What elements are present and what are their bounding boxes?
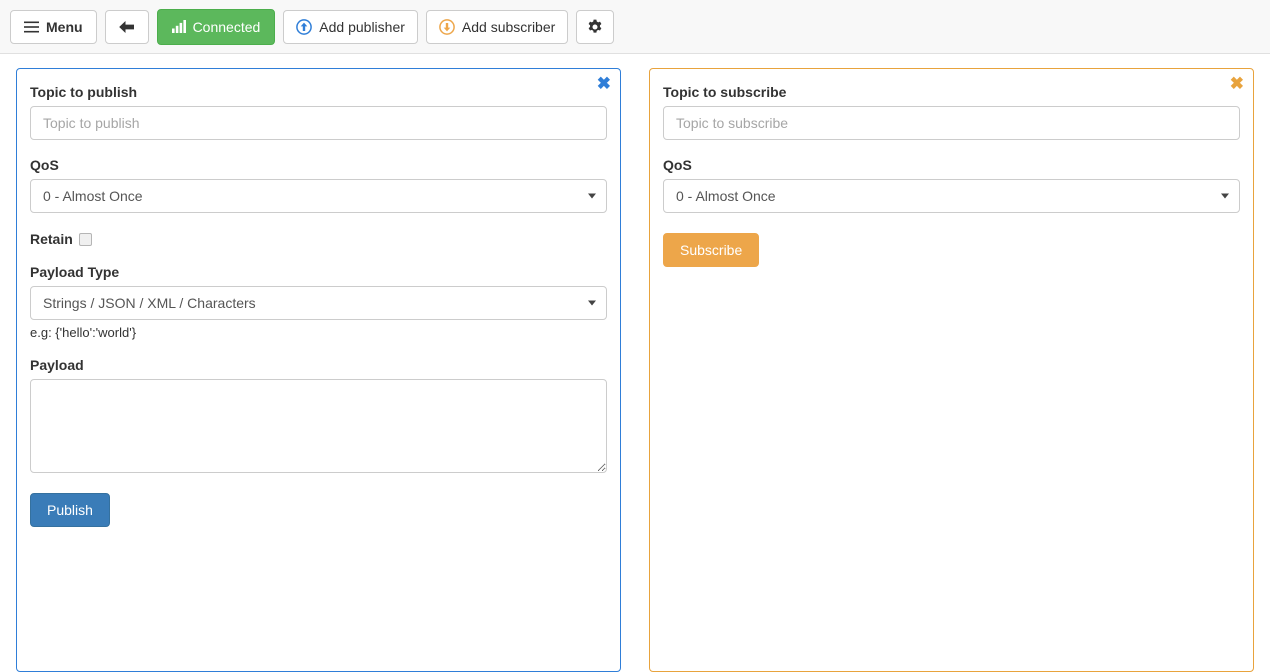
publish-topic-input[interactable]	[30, 106, 607, 140]
subscribe-panel: ✖ Topic to subscribe QoS 0 - Almost Once…	[649, 68, 1254, 672]
retain-checkbox[interactable]	[79, 233, 92, 246]
menu-button[interactable]: Menu	[10, 10, 97, 44]
arrow-circle-up-icon	[296, 19, 312, 35]
menu-button-label: Menu	[46, 20, 83, 34]
subscribe-qos-select[interactable]: 0 - Almost Once1 - Atleast Once2 - Exact…	[663, 179, 1240, 213]
payload-type-label: Payload Type	[30, 264, 607, 280]
subscribe-topic-input[interactable]	[663, 106, 1240, 140]
retain-label: Retain	[30, 231, 73, 247]
publish-topic-label: Topic to publish	[30, 84, 607, 100]
subscribe-topic-label: Topic to subscribe	[663, 84, 1240, 100]
add-publisher-label: Add publisher	[319, 20, 405, 34]
top-toolbar: Menu Connected Add publisher	[0, 0, 1270, 54]
connection-status-label: Connected	[193, 20, 261, 34]
publish-qos-select-wrap: 0 - Almost Once1 - Atleast Once2 - Exact…	[30, 179, 607, 213]
panels-container: ✖ Topic to publish QoS 0 - Almost Once1 …	[0, 54, 1270, 672]
add-subscriber-button[interactable]: Add subscriber	[426, 10, 568, 44]
payload-type-select[interactable]: Strings / JSON / XML / CharactersBase64H…	[30, 286, 607, 320]
arrow-left-icon	[118, 20, 135, 34]
back-button[interactable]	[105, 10, 149, 44]
connection-status-button[interactable]: Connected	[157, 9, 276, 45]
publish-panel: ✖ Topic to publish QoS 0 - Almost Once1 …	[16, 68, 621, 672]
publish-button[interactable]: Publish	[30, 493, 110, 527]
hamburger-icon	[24, 21, 39, 33]
payload-textarea[interactable]	[30, 379, 607, 473]
subscribe-qos-select-wrap: 0 - Almost Once1 - Atleast Once2 - Exact…	[663, 179, 1240, 213]
publish-qos-label: QoS	[30, 157, 607, 173]
signal-bars-icon	[172, 20, 186, 33]
add-publisher-button[interactable]: Add publisher	[283, 10, 418, 44]
subscribe-button[interactable]: Subscribe	[663, 233, 759, 267]
close-icon[interactable]: ✖	[1228, 73, 1246, 94]
close-icon[interactable]: ✖	[595, 73, 613, 94]
publish-qos-select[interactable]: 0 - Almost Once1 - Atleast Once2 - Exact…	[30, 179, 607, 213]
payload-label: Payload	[30, 357, 607, 373]
settings-button[interactable]	[576, 10, 614, 44]
add-subscriber-label: Add subscriber	[462, 20, 555, 34]
retain-row: Retain	[30, 231, 607, 247]
arrow-circle-down-icon	[439, 19, 455, 35]
payload-hint: e.g: {'hello':'world'}	[30, 325, 607, 340]
subscribe-qos-label: QoS	[663, 157, 1240, 173]
gear-icon	[587, 19, 603, 35]
payload-type-select-wrap: Strings / JSON / XML / CharactersBase64H…	[30, 286, 607, 320]
